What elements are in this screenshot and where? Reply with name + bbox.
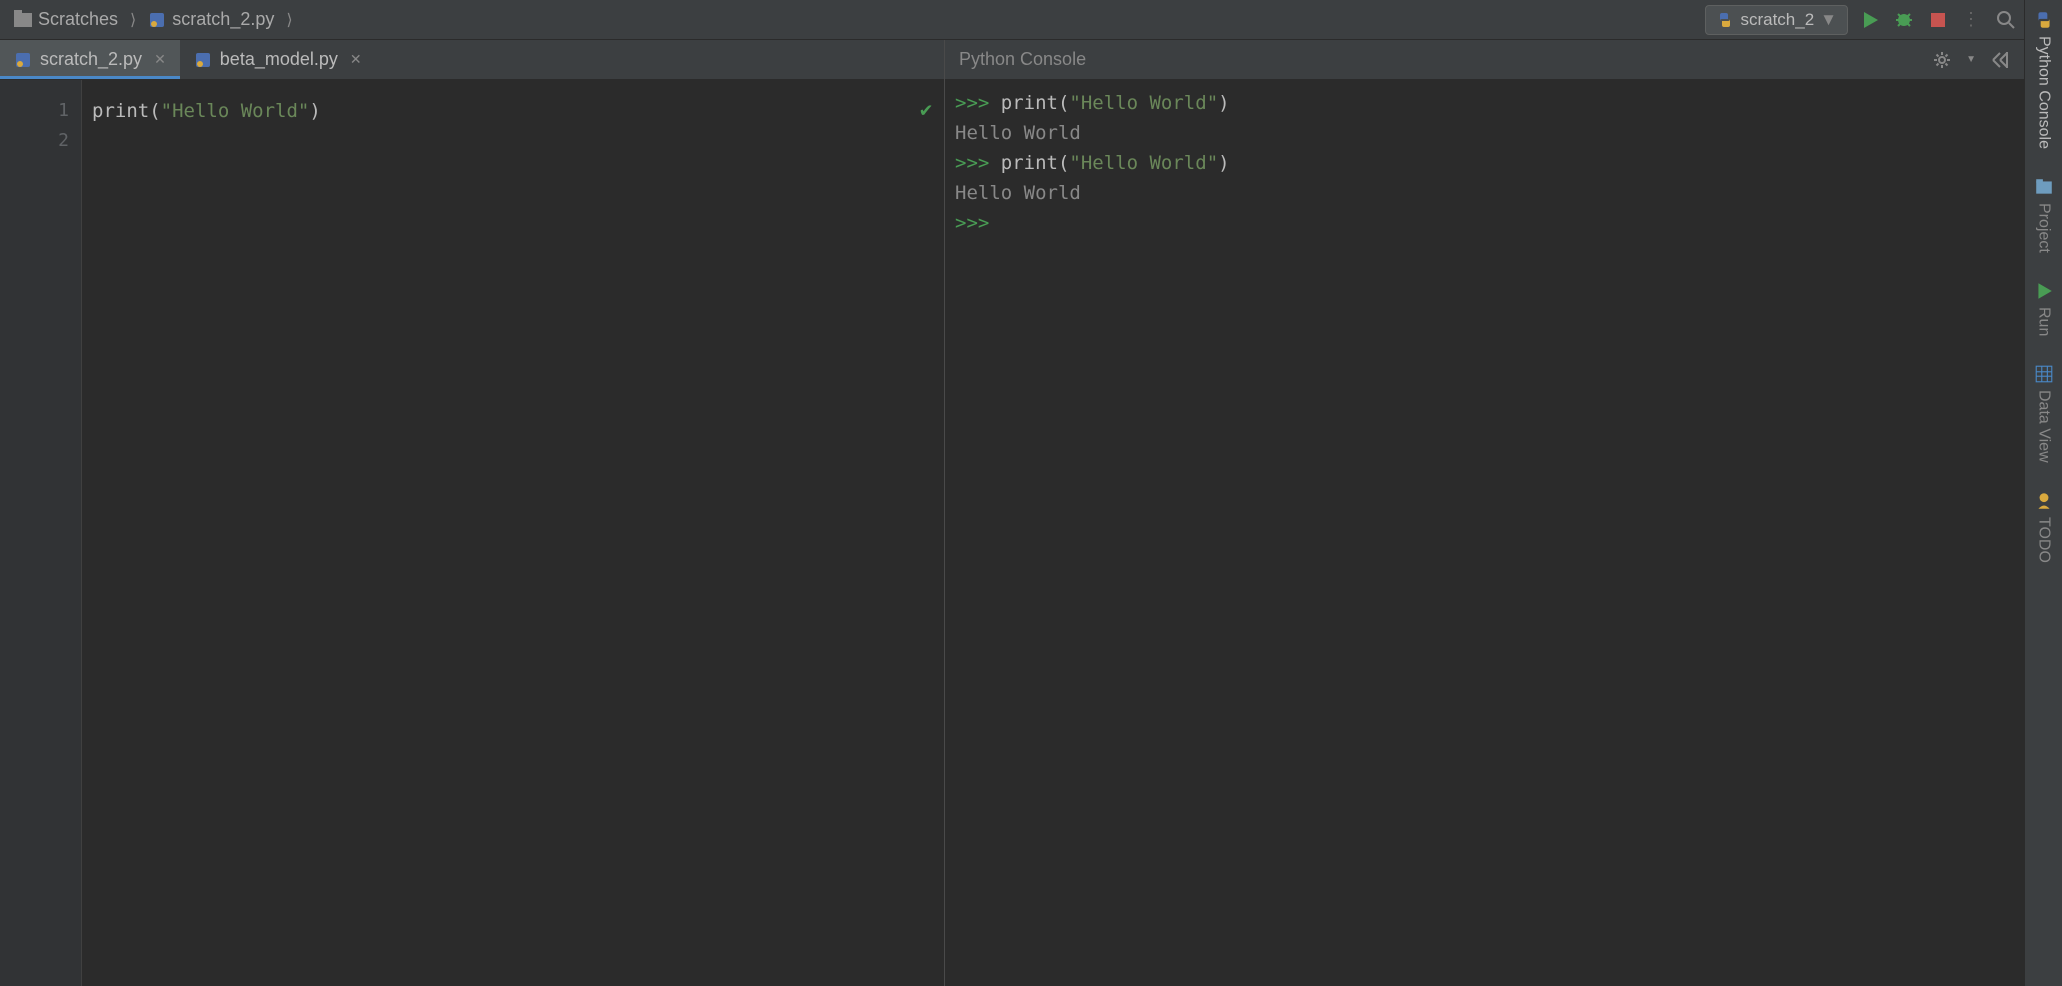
folder-icon <box>14 13 32 27</box>
python-icon <box>1716 11 1734 29</box>
code-token: ( <box>1058 92 1069 114</box>
chevron-right-icon: ⟩ <box>286 10 292 30</box>
content-area: scratch_2.py ✕ beta_model.py ✕ 1 2 pr <box>0 40 2024 986</box>
code-token: "Hello World" <box>1069 92 1218 114</box>
code-token: ) <box>1218 92 1229 114</box>
run-configuration-select[interactable]: scratch_2 ▼ <box>1705 5 1848 35</box>
breadcrumb-file-label: scratch_2.py <box>172 9 274 30</box>
code-token: "Hello World" <box>1069 152 1218 174</box>
dropdown-arrow-icon[interactable]: ▼ <box>1966 54 1976 65</box>
close-icon[interactable]: ✕ <box>350 51 362 68</box>
sidebar-item-python-console[interactable]: Python Console <box>2034 10 2054 149</box>
settings-button[interactable] <box>1932 50 1952 70</box>
breadcrumb-root-label: Scratches <box>38 9 118 30</box>
todo-icon <box>2034 491 2054 511</box>
code-token: ( <box>1058 152 1069 174</box>
run-button[interactable] <box>1860 10 1880 30</box>
code-editor[interactable]: 1 2 print("Hello World") ✔ <box>0 80 944 986</box>
code-token: ) <box>309 100 320 122</box>
debug-button[interactable] <box>1894 10 1914 30</box>
console-prompt: >>> <box>955 152 1001 174</box>
line-number: 2 <box>12 126 69 156</box>
sidebar-label: Python Console <box>2035 36 2053 149</box>
line-gutter: 1 2 <box>0 80 82 986</box>
tab-beta-model[interactable]: beta_model.py ✕ <box>180 40 376 79</box>
breadcrumb-file[interactable]: scratch_2.py <box>142 7 280 32</box>
editor-panel: scratch_2.py ✕ beta_model.py ✕ 1 2 pr <box>0 40 945 986</box>
line-number: 1 <box>12 96 69 126</box>
python-file-icon <box>194 51 212 69</box>
sidebar-item-data-view[interactable]: Data View <box>2034 364 2054 463</box>
main-area: Scratches ⟩ scratch_2.py ⟩ scratch_2 ▼ <box>0 0 2024 986</box>
play-icon <box>2034 281 2054 301</box>
console-actions: ▼ <box>1932 50 2010 70</box>
code-token: "Hello World" <box>161 100 310 122</box>
console-title: Python Console <box>959 49 1932 70</box>
tab-label: scratch_2.py <box>40 49 142 70</box>
sidebar-item-run[interactable]: Run <box>2034 281 2054 336</box>
toolbar-separator: ⋮ <box>1962 9 1982 30</box>
main-toolbar: Scratches ⟩ scratch_2.py ⟩ scratch_2 ▼ <box>0 0 2024 40</box>
code-token: print <box>1001 152 1058 174</box>
project-icon <box>2034 177 2054 197</box>
chevron-down-icon: ▼ <box>1820 10 1837 30</box>
console-line: Hello World <box>955 178 2014 208</box>
chevron-right-icon: ⟩ <box>130 10 136 30</box>
code-token: print <box>1001 92 1058 114</box>
code-token: print <box>92 100 149 122</box>
tab-scratch-2[interactable]: scratch_2.py ✕ <box>0 40 180 79</box>
sidebar-label: Project <box>2035 203 2053 253</box>
python-file-icon <box>14 51 32 69</box>
sidebar-label: TODO <box>2035 517 2053 563</box>
python-file-icon <box>148 11 166 29</box>
stop-button[interactable] <box>1928 10 1948 30</box>
right-tool-window-bar: Python Console Project Run Data View TOD… <box>2024 0 2062 986</box>
code-token: ( <box>149 100 160 122</box>
console-prompt: >>> <box>955 212 989 234</box>
console-line: Hello World <box>955 118 2014 148</box>
console-line: >>> print("Hello World") <box>955 148 2014 178</box>
console-line: >>> <box>955 208 2014 238</box>
python-icon <box>2034 10 2054 30</box>
console-prompt: >>> <box>955 92 1001 114</box>
console-header: Python Console ▼ <box>945 40 2024 80</box>
tab-label: beta_model.py <box>220 49 338 70</box>
table-icon <box>2034 364 2054 384</box>
python-console-panel: Python Console ▼ >>> print("Hello World"… <box>945 40 2024 986</box>
code-token: ) <box>1218 152 1229 174</box>
console-line: >>> print("Hello World") <box>955 88 2014 118</box>
sidebar-label: Run <box>2035 307 2053 336</box>
sidebar-label: Data View <box>2035 390 2053 463</box>
close-icon[interactable]: ✕ <box>154 51 166 68</box>
search-button[interactable] <box>1996 10 2016 30</box>
sidebar-item-todo[interactable]: TODO <box>2034 491 2054 563</box>
breadcrumb-root[interactable]: Scratches <box>8 7 124 32</box>
code-line: print("Hello World") <box>92 96 934 126</box>
run-config-label: scratch_2 <box>1740 10 1814 30</box>
hide-button[interactable] <box>1990 50 2010 70</box>
breadcrumbs: Scratches ⟩ scratch_2.py ⟩ <box>8 7 1705 32</box>
editor-tabs: scratch_2.py ✕ beta_model.py ✕ <box>0 40 944 80</box>
console-output[interactable]: >>> print("Hello World") Hello World >>>… <box>945 80 2024 986</box>
toolbar-actions: ⋮ <box>1860 9 2016 30</box>
checkmark-icon: ✔ <box>920 94 932 124</box>
sidebar-item-project[interactable]: Project <box>2034 177 2054 253</box>
code-content[interactable]: print("Hello World") ✔ <box>82 80 944 986</box>
